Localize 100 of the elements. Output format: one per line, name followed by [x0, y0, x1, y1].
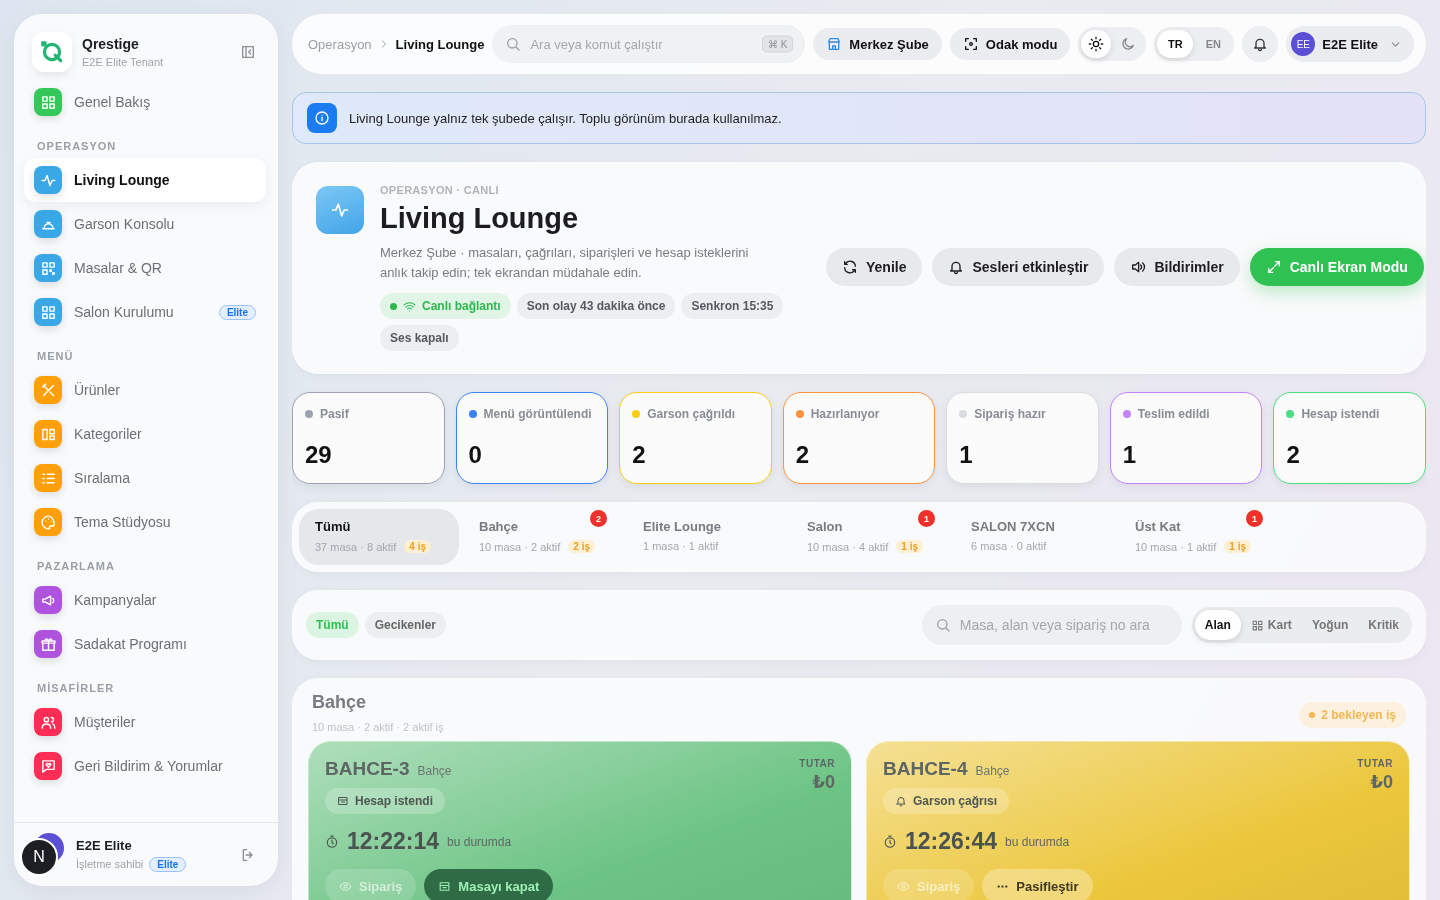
- status-card[interactable]: Hesap istendi 2: [1273, 392, 1426, 484]
- action-button[interactable]: Bildirimler: [1114, 248, 1240, 286]
- status-card[interactable]: Teslim edildi 1: [1109, 392, 1263, 484]
- sidebar-item[interactable]: Geri Bildirim & Yorumlar: [24, 744, 266, 788]
- action-button[interactable]: Masayı kapat: [424, 869, 554, 900]
- info-icon: [314, 110, 330, 126]
- status-chip: Garson çağrısı: [883, 788, 1010, 814]
- elite-badge: Elite: [149, 856, 187, 872]
- area-stats: 10 masa · 4 aktif: [807, 540, 889, 553]
- status-card[interactable]: Menü görüntülendi 0: [455, 392, 609, 484]
- total-label: TUTAR: [1357, 758, 1393, 769]
- table-code: BAHCE-4: [883, 758, 968, 780]
- sidebar-item[interactable]: Garson Konsolu: [24, 202, 266, 246]
- area-tab[interactable]: SALON 7XCN 6 masa · 0 aktif: [955, 509, 1115, 565]
- status-count: 1: [959, 441, 974, 469]
- light-theme-button[interactable]: [1081, 30, 1112, 58]
- total-amount: ₺0: [811, 771, 835, 793]
- sidebar-item[interactable]: Kategoriler: [24, 412, 266, 456]
- sidebar-item[interactable]: Kampanyalar: [24, 578, 266, 622]
- status-count: 0: [468, 441, 483, 469]
- total-label: TUTAR: [799, 758, 835, 769]
- language-option[interactable]: TR: [1157, 30, 1194, 58]
- table-code: BAHCE-3: [325, 758, 410, 780]
- status-card[interactable]: Hazırlanıyor 2: [782, 392, 936, 484]
- connection-status: Canlı bağlantı: [380, 293, 511, 319]
- view-option[interactable]: Kart: [1240, 610, 1302, 640]
- notifications-button[interactable]: [1242, 26, 1279, 62]
- area-stats: 6 masa · 0 aktif: [971, 540, 1047, 552]
- area-tab[interactable]: Üst Kat 10 masa · 1 aktif 1 iş 1: [1119, 509, 1279, 565]
- sidebar-item[interactable]: Tema Stüdyosu: [24, 500, 266, 544]
- view-option[interactable]: Yoğun: [1301, 610, 1359, 640]
- message-heart-icon: [39, 757, 57, 775]
- user-menu-button[interactable]: EE E2E Elite: [1286, 26, 1414, 62]
- status-label: Hazırlanıyor: [810, 407, 880, 421]
- eye-icon: [897, 879, 910, 893]
- speaker-icon: [1130, 259, 1147, 275]
- action-button[interactable]: Yenile: [826, 248, 923, 286]
- pending-badge: 2 bekleyen iş: [1299, 702, 1406, 728]
- breadcrumb-link[interactable]: Operasyon: [308, 36, 372, 52]
- area-tab[interactable]: Tümü 37 masa · 8 aktif 4 iş: [299, 509, 459, 565]
- stopwatch-icon: [325, 834, 339, 849]
- receipt-icon: [438, 879, 452, 893]
- section-heading: OPERASYON: [36, 139, 118, 154]
- bell-icon: [895, 795, 907, 807]
- area-name: Elite Lounge: [643, 519, 722, 534]
- page-title: Living Lounge: [380, 202, 580, 235]
- status-chip: Son olay 43 dakika önce: [516, 293, 676, 319]
- search-field[interactable]: Masa, alan veya sipariş no ara: [921, 605, 1182, 645]
- elapsed-note: bu durumda: [447, 834, 512, 849]
- status-label: Garson çağrıldı: [647, 407, 736, 421]
- expand-icon: [1265, 259, 1282, 275]
- sidebar-item[interactable]: Sadakat Programı: [24, 622, 266, 666]
- sidebar-item[interactable]: Sıralama: [24, 456, 266, 500]
- status-count: 29: [305, 441, 333, 469]
- sidebar-item[interactable]: Ürünler: [24, 368, 266, 412]
- status-label: Teslim edildi: [1137, 407, 1210, 421]
- avatar: N: [20, 837, 58, 876]
- status-label: Sipariş hazır: [974, 407, 1046, 421]
- tenant-name: E2E Elite Tenant: [82, 56, 165, 68]
- sidebar-collapse-icon: [240, 44, 256, 60]
- table-card[interactable]: BAHCE-4 Bahçe Garson çağrısı TUTAR ₺0 12:26:44 bu durumda Sipariş Pasifleştir: [866, 741, 1410, 900]
- status-card[interactable]: Pasif 29: [292, 392, 445, 484]
- status-card[interactable]: Garson çağrıldı 2: [619, 392, 772, 484]
- sidebar-item[interactable]: Genel Bakış: [24, 80, 266, 124]
- grid-icon: [39, 93, 57, 111]
- view-option[interactable]: Kritik: [1358, 610, 1409, 640]
- table-area: Bahçe: [975, 764, 1010, 778]
- moon-icon: [1120, 36, 1137, 52]
- action-button[interactable]: Pasifleştir: [982, 869, 1093, 900]
- action-button[interactable]: Sesleri etkinleştir: [932, 248, 1105, 286]
- jobs-badge: 1 iş: [1224, 540, 1251, 553]
- alert-count-badge: 1: [918, 510, 935, 527]
- branch-button[interactable]: Merkez Şube: [813, 28, 942, 60]
- view-option[interactable]: Alan: [1194, 610, 1241, 640]
- focus-mode-button[interactable]: Odak modu: [949, 28, 1071, 60]
- language-option[interactable]: EN: [1195, 30, 1232, 58]
- search-icon: [505, 36, 522, 52]
- area-tab[interactable]: Bahçe 10 masa · 2 aktif 2 iş 2: [463, 509, 623, 565]
- stopwatch-icon: [883, 834, 897, 849]
- area-tab[interactable]: Salon 10 masa · 4 aktif 1 iş 1: [791, 509, 951, 565]
- user-name: E2E Elite: [76, 837, 133, 853]
- status-dot: [390, 302, 397, 310]
- jobs-badge: 2 iş: [568, 540, 595, 553]
- status-card[interactable]: Sipariş hazır 1: [946, 392, 1099, 484]
- status-count: 2: [795, 441, 811, 469]
- eye-icon: [339, 879, 352, 893]
- sidebar-item[interactable]: Salon Kurulumu Elite: [24, 290, 266, 334]
- sidebar-item[interactable]: Müşteriler: [24, 700, 266, 744]
- elite-badge: Elite: [218, 304, 256, 320]
- status-label: Pasif: [320, 407, 349, 421]
- filter-chip[interactable]: Gecikenler: [364, 612, 447, 638]
- focus-icon: [962, 36, 979, 52]
- area-tab[interactable]: Elite Lounge 1 masa · 1 aktif: [627, 509, 787, 565]
- status-chip: Ses kapalı: [380, 325, 459, 351]
- sidebar-item[interactable]: Living Lounge: [24, 158, 266, 202]
- jobs-badge: 4 iş: [404, 540, 431, 553]
- table-card[interactable]: BAHCE-3 Bahçe Hesap istendi TUTAR ₺0 12:22:14 bu durumda Sipariş Masayı kapat: [308, 741, 852, 900]
- sidebar-item[interactable]: Masalar & QR: [24, 246, 266, 290]
- elapsed-time: 12:22:14: [347, 828, 440, 855]
- bell-icon: [948, 259, 965, 275]
